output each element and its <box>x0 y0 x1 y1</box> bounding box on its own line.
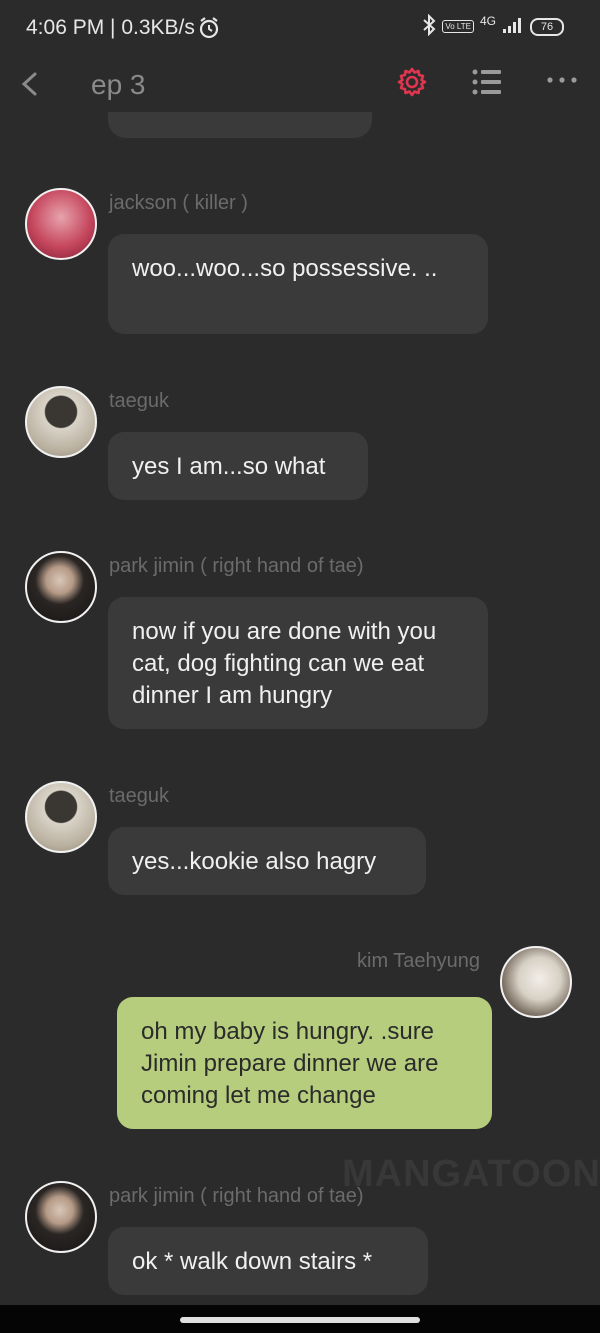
bluetooth-icon <box>422 13 436 39</box>
status-time: 4:06 PM | 0.3KB/s <box>26 16 195 39</box>
message-bubble[interactable]: now if you are done with you cat, dog fi… <box>108 597 488 729</box>
avatar[interactable] <box>25 1181 97 1253</box>
message-bubble[interactable]: ok * walk down stairs * <box>108 1227 428 1295</box>
more-options-icon[interactable] <box>546 70 578 95</box>
sender-name: jackson ( killer ) <box>109 192 248 214</box>
message-bubble[interactable]: woo...woo...so possessive. .. <box>108 234 488 334</box>
avatar[interactable] <box>25 551 97 623</box>
message-bubble[interactable]: yes...kookie also hagry <box>108 827 426 895</box>
signal-icon <box>502 16 524 37</box>
system-nav-bar <box>0 1305 600 1333</box>
sender-name: park jimin ( right hand of tae) <box>109 1185 364 1207</box>
avatar[interactable] <box>25 781 97 853</box>
gear-icon[interactable] <box>396 66 428 103</box>
status-icons: Vo LTE 4G 76 <box>422 14 564 39</box>
watermark: MANGATOON <box>342 1153 600 1195</box>
home-indicator[interactable] <box>180 1317 420 1323</box>
avatar[interactable] <box>25 386 97 458</box>
page-title: ep 3 <box>91 69 146 100</box>
message-bubble-outgoing[interactable]: oh my baby is hungry. .sure Jimin prepar… <box>117 997 492 1129</box>
avatar[interactable] <box>25 188 97 260</box>
sender-name: taeguk <box>109 390 170 412</box>
sender-name: kim Taehyung <box>357 950 481 972</box>
avatar[interactable] <box>500 946 572 1018</box>
sender-name: taeguk <box>109 785 170 807</box>
chat-header: ep 3 <box>0 58 600 110</box>
previous-message-bubble <box>108 112 372 138</box>
status-bar: 4:06 PM | 0.3KB/s Vo LTE 4G 76 <box>0 0 600 58</box>
volte-icon: Vo LTE <box>442 20 474 33</box>
alarm-icon <box>198 16 220 45</box>
battery-icon: 76 <box>530 17 564 36</box>
sender-name: park jimin ( right hand of tae) <box>109 555 364 577</box>
list-menu-icon[interactable] <box>472 68 502 101</box>
back-arrow-icon[interactable] <box>16 64 46 104</box>
message-bubble[interactable]: yes I am...so what <box>108 432 368 500</box>
network-label: 4G <box>479 13 496 28</box>
